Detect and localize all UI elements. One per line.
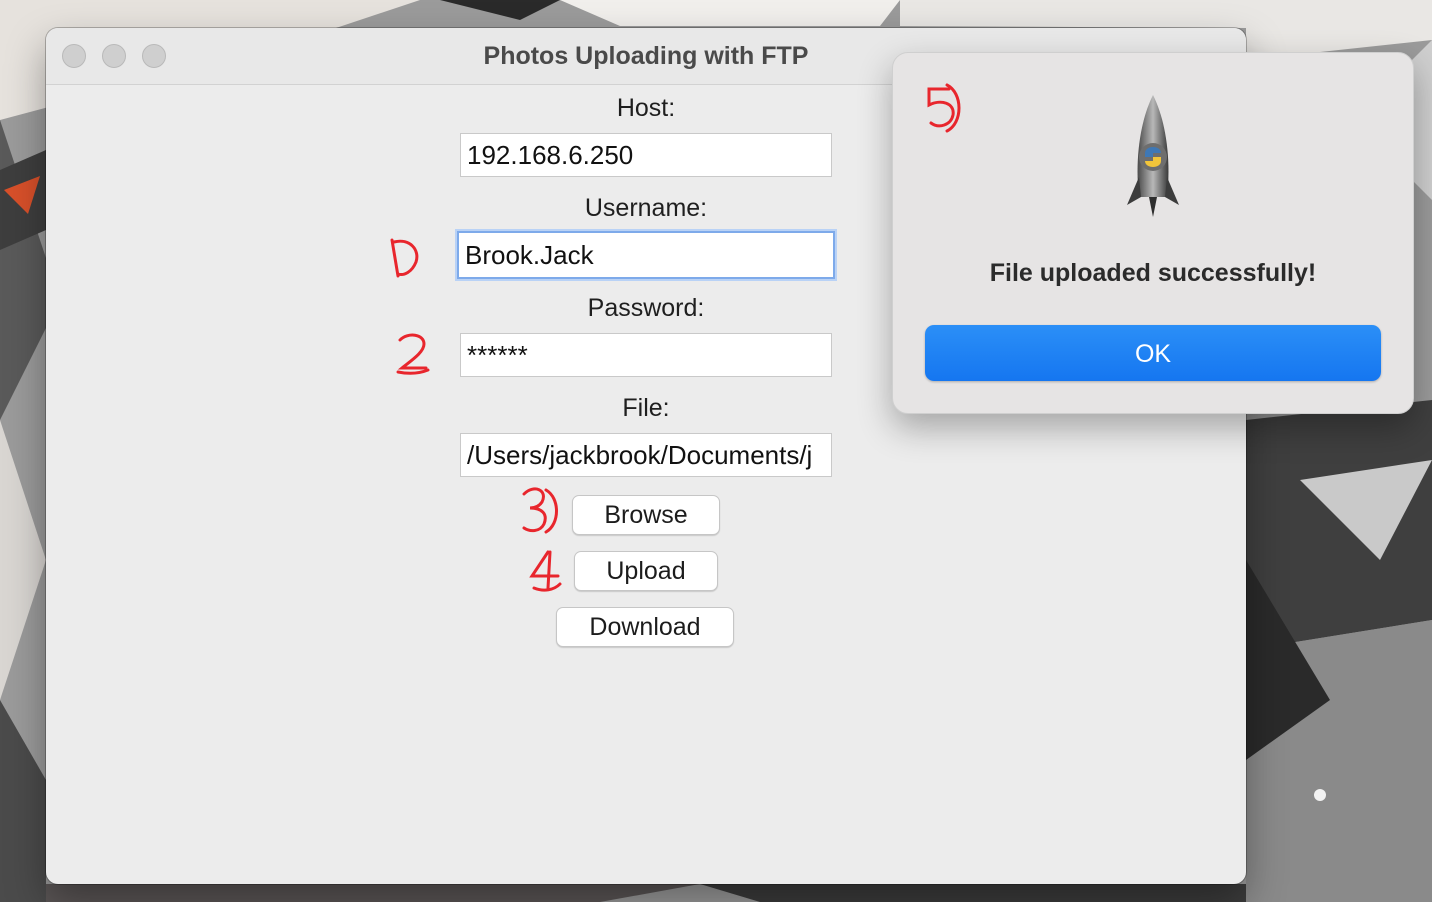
step-marker-4 (529, 550, 562, 592)
host-input[interactable] (460, 133, 832, 177)
file-path-input[interactable] (460, 433, 832, 477)
upload-button[interactable]: Upload (574, 551, 718, 591)
python-rocket-icon (1127, 95, 1179, 217)
step-marker-5 (927, 83, 961, 133)
dialog-message: File uploaded successfully! (989, 259, 1317, 287)
step-marker-2 (396, 333, 430, 375)
alert-dialog: File uploaded successfully! OK (892, 52, 1414, 414)
password-input[interactable] (460, 333, 832, 377)
download-button[interactable]: Download (556, 607, 734, 647)
username-input[interactable] (457, 231, 835, 279)
ok-button[interactable]: OK (925, 325, 1381, 381)
browse-button[interactable]: Browse (572, 495, 720, 535)
step-marker-3 (522, 487, 558, 534)
step-marker-1 (390, 238, 419, 278)
